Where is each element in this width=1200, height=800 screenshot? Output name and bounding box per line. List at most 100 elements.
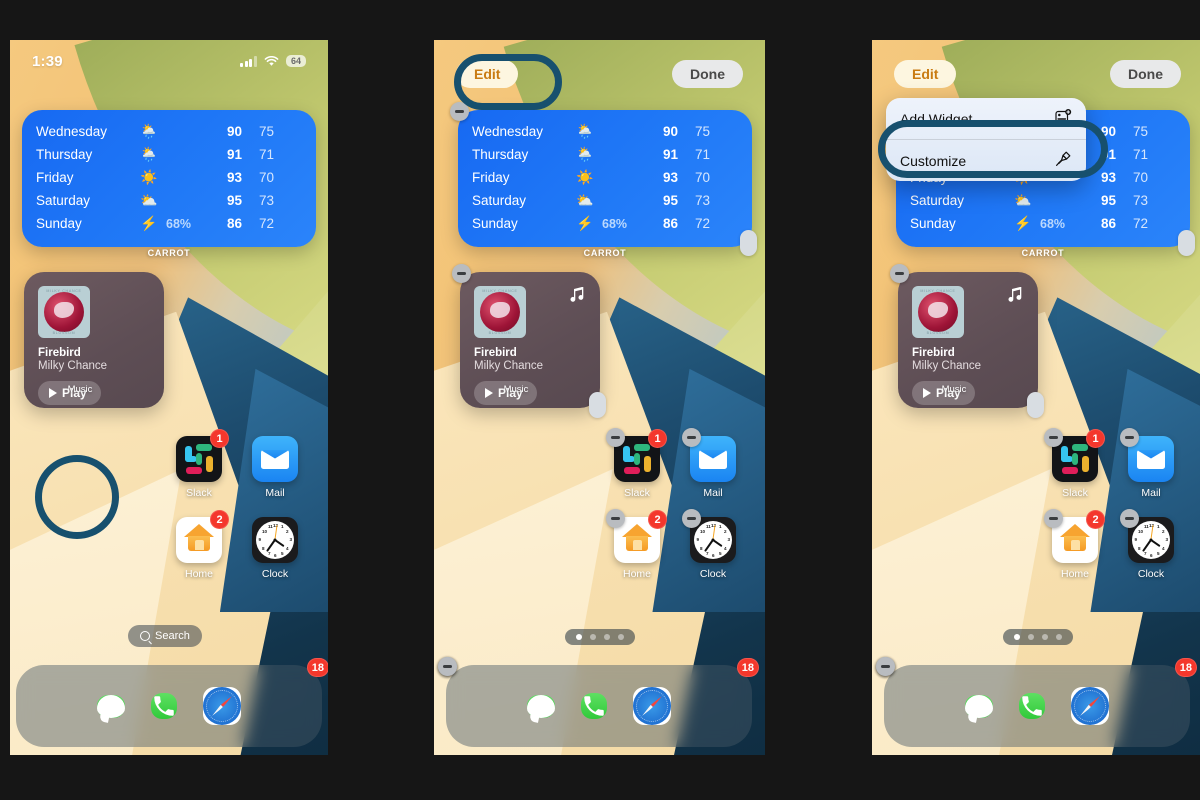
page-dot[interactable] xyxy=(604,634,610,640)
remove-widget-button[interactable] xyxy=(452,264,471,283)
done-button[interactable]: Done xyxy=(672,60,743,88)
weather-high: 91 xyxy=(1100,147,1116,162)
page-indicator-dots[interactable] xyxy=(565,629,635,645)
page-dot[interactable] xyxy=(618,634,624,640)
app-icon-mail[interactable]: Mail xyxy=(682,428,736,499)
track-artist: Milky Chance xyxy=(912,360,982,372)
remove-app-button[interactable] xyxy=(682,428,701,447)
remove-app-button[interactable] xyxy=(1044,509,1063,528)
remove-widget-button[interactable] xyxy=(450,102,469,121)
weather-low: 71 xyxy=(1132,147,1148,162)
weather-low: 70 xyxy=(694,170,710,185)
weather-low: 73 xyxy=(1132,193,1148,208)
track-artist: Milky Chance xyxy=(474,360,544,372)
messages-icon[interactable] xyxy=(97,694,125,718)
page-dot[interactable] xyxy=(1042,634,1048,640)
remove-app-button[interactable] xyxy=(606,428,625,447)
weather-high: 95 xyxy=(226,193,242,208)
wifi-icon xyxy=(264,55,279,66)
page-dot[interactable] xyxy=(1014,634,1020,640)
menu-item-add-widget[interactable]: Add Widget xyxy=(886,98,1086,139)
slack-icon: 1 xyxy=(1044,428,1105,482)
app-icon-home[interactable]: 2 Home xyxy=(606,509,667,580)
weather-precip: 68% xyxy=(602,216,628,231)
app-label: Slack xyxy=(1062,487,1088,499)
app-label: Home xyxy=(622,568,651,580)
page-dot[interactable] xyxy=(576,634,582,640)
music-widget-label: Music xyxy=(67,384,93,395)
page-dot[interactable] xyxy=(590,634,596,640)
weather-widget[interactable]: Wednesday 🌦️ 90 75 Thursday 🌦️ 91 71 Fri… xyxy=(450,102,757,256)
customize-brush-icon xyxy=(1055,151,1072,170)
remove-app-button[interactable] xyxy=(682,509,701,528)
app-icon-mail[interactable]: Mail xyxy=(1120,428,1174,499)
status-bar: 1:39 64 xyxy=(10,40,328,82)
weather-low: 71 xyxy=(258,147,274,162)
clock-icon: 123 69 12 45 78 1011 xyxy=(1120,509,1174,563)
remove-app-button[interactable] xyxy=(1120,428,1139,447)
app-icon-home[interactable]: 2 Home xyxy=(1044,509,1105,580)
page-dot[interactable] xyxy=(1028,634,1034,640)
app-label: Mail xyxy=(703,487,723,499)
weather-low: 73 xyxy=(258,193,274,208)
done-button[interactable]: Done xyxy=(1110,60,1181,88)
weather-day: Wednesday xyxy=(36,124,108,139)
app-icon-clock[interactable]: 123 69 12 45 78 1011 Clock xyxy=(1120,509,1174,580)
badge-count: 2 xyxy=(648,510,667,529)
remove-app-button[interactable] xyxy=(1044,428,1063,447)
edit-button[interactable]: Edit xyxy=(456,60,519,88)
phone-icon[interactable]: 18 xyxy=(151,658,328,719)
app-icon-slack[interactable]: 1 Slack xyxy=(606,428,667,499)
widget-resize-handle[interactable] xyxy=(1027,392,1044,418)
app-icon-clock[interactable]: 123 69 12 45 78 1011 Clock xyxy=(682,509,736,580)
widget-context-menu: Add Widget Customize xyxy=(886,98,1086,181)
widget-resize-handle[interactable] xyxy=(589,392,606,418)
weather-low: 75 xyxy=(258,124,274,139)
weather-row: Saturday ⛅ 95 73 xyxy=(896,189,1190,212)
weather-high: 95 xyxy=(662,193,678,208)
weather-high: 91 xyxy=(226,147,242,162)
music-note-icon xyxy=(569,286,584,305)
search-pill[interactable]: Search xyxy=(128,625,202,647)
sun-icon: ☀️ xyxy=(576,169,594,185)
app-icon-mail[interactable]: Mail xyxy=(252,436,298,499)
slack-icon: 1 xyxy=(606,428,667,482)
page-indicator-dots[interactable] xyxy=(1003,629,1073,645)
safari-icon[interactable] xyxy=(438,657,671,725)
home-icon: 2 xyxy=(176,510,229,563)
weather-high: 90 xyxy=(662,124,678,139)
add-widget-icon xyxy=(1055,109,1072,128)
album-art: MILKY CHANCE BLOSSOM xyxy=(474,286,526,338)
mail-icon xyxy=(252,436,298,482)
menu-item-customize[interactable]: Customize xyxy=(886,140,1086,181)
remove-app-button[interactable] xyxy=(606,509,625,528)
safari-icon[interactable] xyxy=(203,687,241,725)
phone-icon[interactable]: 18 xyxy=(876,657,1197,719)
phone-icon[interactable]: 18 xyxy=(438,657,759,719)
album-bottom-text: BLOSSOM xyxy=(926,331,950,335)
edit-mode-topbar: Edit Done xyxy=(872,54,1200,94)
page-dot[interactable] xyxy=(1056,634,1062,640)
app-icon-clock[interactable]: 123 69 12 45 78 1011 Clock xyxy=(252,517,298,580)
app-icon-slack[interactable]: 1 Slack xyxy=(176,429,229,499)
weather-row: Sunday ⚡ 68% 86 72 xyxy=(896,212,1190,235)
edit-mode-topbar: Edit Done xyxy=(434,54,765,94)
weather-high: 95 xyxy=(1100,193,1116,208)
messages-icon[interactable] xyxy=(438,657,555,718)
messages-icon[interactable] xyxy=(876,657,993,718)
app-label: Slack xyxy=(624,487,650,499)
remove-widget-button[interactable] xyxy=(890,264,909,283)
safari-icon[interactable] xyxy=(876,657,1109,725)
search-icon xyxy=(140,631,150,641)
remove-app-button[interactable] xyxy=(438,657,457,676)
track-artist: Milky Chance xyxy=(38,360,108,372)
edit-button[interactable]: Edit xyxy=(894,60,957,88)
weather-widget[interactable]: Wednesday 🌦️ 90 75 Thursday 🌦️ 91 71 Fri… xyxy=(22,110,316,247)
sun-icon: ☀️ xyxy=(140,169,158,185)
remove-app-button[interactable] xyxy=(1120,509,1139,528)
dock: 18 xyxy=(438,657,759,747)
album-bottom-text: BLOSSOM xyxy=(488,331,512,335)
app-icon-slack[interactable]: 1 Slack xyxy=(1044,428,1105,499)
app-icon-home[interactable]: 2 Home xyxy=(176,510,229,580)
remove-app-button[interactable] xyxy=(876,657,895,676)
